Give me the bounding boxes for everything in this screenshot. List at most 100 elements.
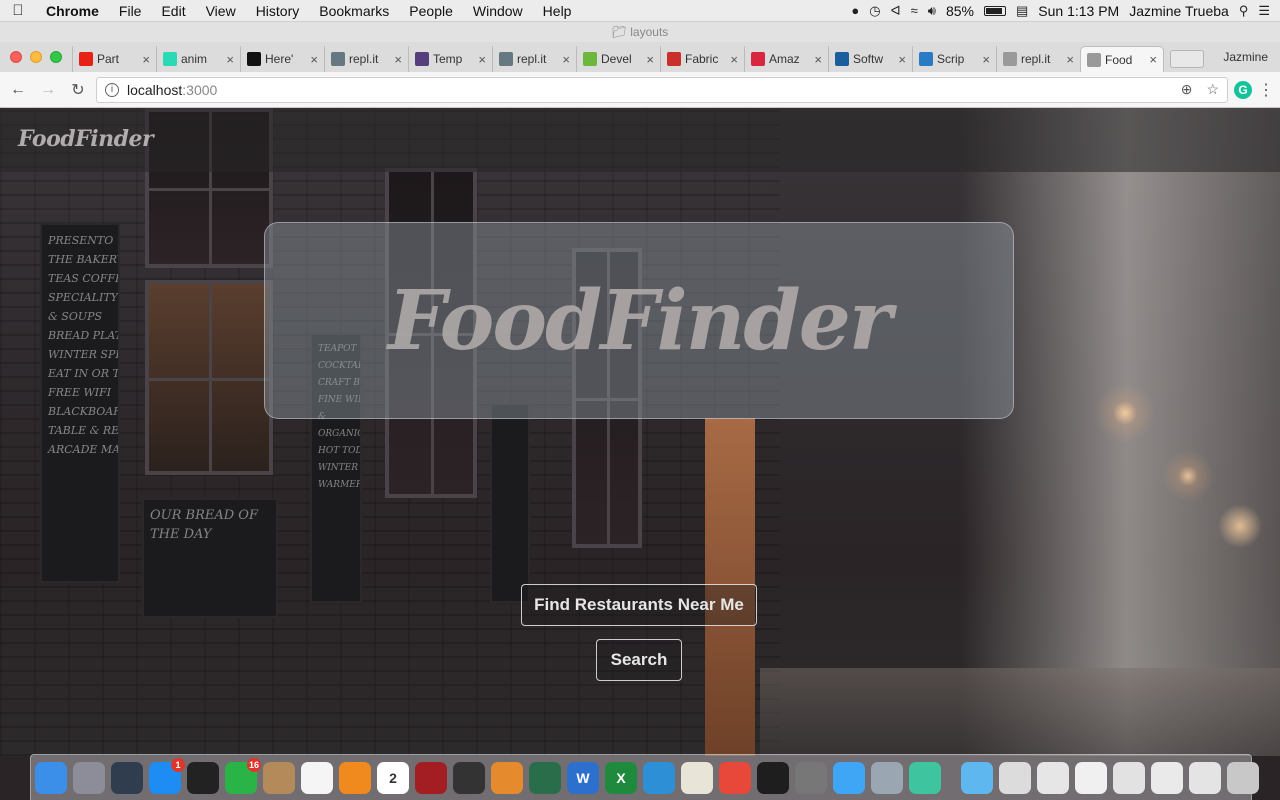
itunes-icon[interactable] (301, 761, 333, 794)
browser-tab[interactable]: repl.it × (324, 46, 408, 72)
trash-icon[interactable] (1227, 761, 1259, 794)
document-stack-icon[interactable] (999, 761, 1031, 794)
downloads-folder-icon[interactable] (961, 761, 993, 794)
browser-tab[interactable]: Temp × (408, 46, 492, 72)
menu-view[interactable]: View (196, 3, 246, 19)
find-restaurants-button[interactable]: Find Restaurants Near Me (521, 584, 757, 626)
browser-tab[interactable]: Part × (72, 46, 156, 72)
browser-tab[interactable]: repl.it × (996, 46, 1080, 72)
close-tab-icon[interactable]: × (478, 52, 486, 67)
preview-icon[interactable] (681, 761, 713, 794)
menu-edit[interactable]: Edit (151, 3, 195, 19)
close-window-button[interactable] (10, 51, 22, 63)
bluetooth-icon[interactable]: ᐊ (891, 3, 901, 19)
notification-center-icon[interactable]: ☰ (1258, 3, 1270, 19)
input-menu-icon[interactable]: ▤ (1016, 3, 1028, 19)
close-tab-icon[interactable]: × (562, 52, 570, 67)
finder-icon[interactable] (35, 761, 67, 794)
apple-icon[interactable]:  (0, 2, 36, 19)
profile-button[interactable]: Jazmine (1223, 50, 1280, 72)
menu-people[interactable]: People (399, 3, 463, 19)
menu-help[interactable]: Help (533, 3, 582, 19)
photo-booth-icon[interactable] (415, 761, 447, 794)
system-tools-icon[interactable] (795, 761, 827, 794)
time-machine-icon[interactable] (529, 761, 561, 794)
document-stack-icon[interactable] (1075, 761, 1107, 794)
reload-icon[interactable]: ↻ (66, 80, 90, 100)
document-stack-icon[interactable] (1113, 761, 1145, 794)
launchpad-icon[interactable] (73, 761, 105, 794)
menu-file[interactable]: File (109, 3, 152, 19)
document-stack-icon[interactable] (1189, 761, 1221, 794)
tab-title: Part (97, 52, 120, 66)
mission-control-icon[interactable] (111, 761, 143, 794)
maximize-window-button[interactable] (50, 51, 62, 63)
word-icon[interactable]: W (567, 761, 599, 794)
address-bar[interactable]: i localhost:3000 ⊕ ☆ (96, 76, 1228, 103)
url-text[interactable]: localhost:3000 (127, 82, 217, 98)
menu-history[interactable]: History (246, 3, 310, 19)
menu-window[interactable]: Window (463, 3, 533, 19)
dashboard-icon[interactable] (187, 761, 219, 794)
minimize-window-button[interactable] (30, 51, 42, 63)
wifi-icon[interactable]: ≈ (911, 3, 918, 18)
grammarly-extension-icon[interactable]: G (1234, 80, 1252, 99)
browser-tab[interactable]: repl.it × (492, 46, 576, 72)
facetime-icon[interactable]: 16 (225, 757, 261, 794)
browser-tab[interactable]: Amaz × (744, 46, 828, 72)
browser-tab[interactable]: anim × (156, 46, 240, 72)
excel-icon[interactable]: X (605, 761, 637, 794)
close-tab-icon[interactable]: × (898, 52, 906, 67)
browser-tab[interactable]: Devel × (576, 46, 660, 72)
chrome-menu-icon[interactable]: ⋮ (1258, 80, 1274, 100)
clock[interactable]: Sun 1:13 PM (1038, 3, 1119, 19)
menu-app-name[interactable]: Chrome (36, 3, 109, 19)
terminal-icon[interactable] (757, 761, 789, 794)
browser-tab[interactable]: Softw × (828, 46, 912, 72)
forward-arrow-icon[interactable]: → (36, 81, 60, 99)
time-machine-status-icon[interactable]: ◷ (869, 3, 880, 19)
new-tab-button[interactable] (1170, 50, 1204, 68)
close-tab-icon[interactable]: × (982, 52, 990, 67)
spotlight-search-icon[interactable]: ⚲ (1239, 3, 1249, 19)
brand-logo[interactable]: FoodFinder (18, 126, 154, 152)
browser-tab[interactable]: Fabric × (660, 46, 744, 72)
close-tab-icon[interactable]: × (310, 52, 318, 67)
app-store-icon[interactable]: 1 (149, 757, 185, 794)
image-capture-icon[interactable] (871, 761, 903, 794)
user-name[interactable]: Jazmine Trueba (1129, 3, 1229, 19)
close-tab-icon[interactable]: × (646, 52, 654, 67)
document-stack-icon[interactable] (1037, 761, 1069, 794)
browser-tab[interactable]: Here' × (240, 46, 324, 72)
close-tab-icon[interactable]: × (814, 52, 822, 67)
evernote-icon[interactable]: ● (851, 3, 859, 18)
hero-banner: FoodFinder (264, 222, 1014, 419)
atom-icon[interactable] (909, 761, 941, 794)
site-info-icon[interactable]: i (105, 82, 119, 97)
close-tab-icon[interactable]: × (142, 52, 150, 67)
battery-icon[interactable] (983, 5, 1006, 16)
menu-bookmarks[interactable]: Bookmarks (309, 3, 399, 19)
document-stack-icon[interactable] (1151, 761, 1183, 794)
garageband-icon[interactable] (491, 761, 523, 794)
bookmark-star-icon[interactable]: ☆ (1206, 81, 1219, 98)
close-tab-icon[interactable]: × (226, 52, 234, 67)
search-button[interactable]: Search (596, 639, 682, 681)
close-tab-icon[interactable]: × (1149, 52, 1157, 67)
browser-tab[interactable]: Food × (1080, 46, 1164, 72)
close-tab-icon[interactable]: × (1066, 52, 1074, 67)
contacts-icon[interactable] (263, 761, 295, 794)
chrome-icon[interactable] (719, 761, 751, 794)
imovie-icon[interactable] (453, 761, 485, 794)
volume-icon[interactable]: 🔊︎ (928, 3, 936, 19)
ibooks-icon[interactable] (339, 761, 371, 794)
battery-percent[interactable]: 85% (946, 3, 974, 19)
lync-icon[interactable] (643, 761, 675, 794)
back-arrow-icon[interactable]: ← (6, 81, 30, 99)
calendar-icon[interactable]: 2 (377, 761, 409, 794)
close-tab-icon[interactable]: × (394, 52, 402, 67)
browser-tab[interactable]: Scrip × (912, 46, 996, 72)
zoom-icon[interactable]: ⊕ (1181, 81, 1193, 98)
close-tab-icon[interactable]: × (730, 52, 738, 67)
messages-icon[interactable] (833, 761, 865, 794)
